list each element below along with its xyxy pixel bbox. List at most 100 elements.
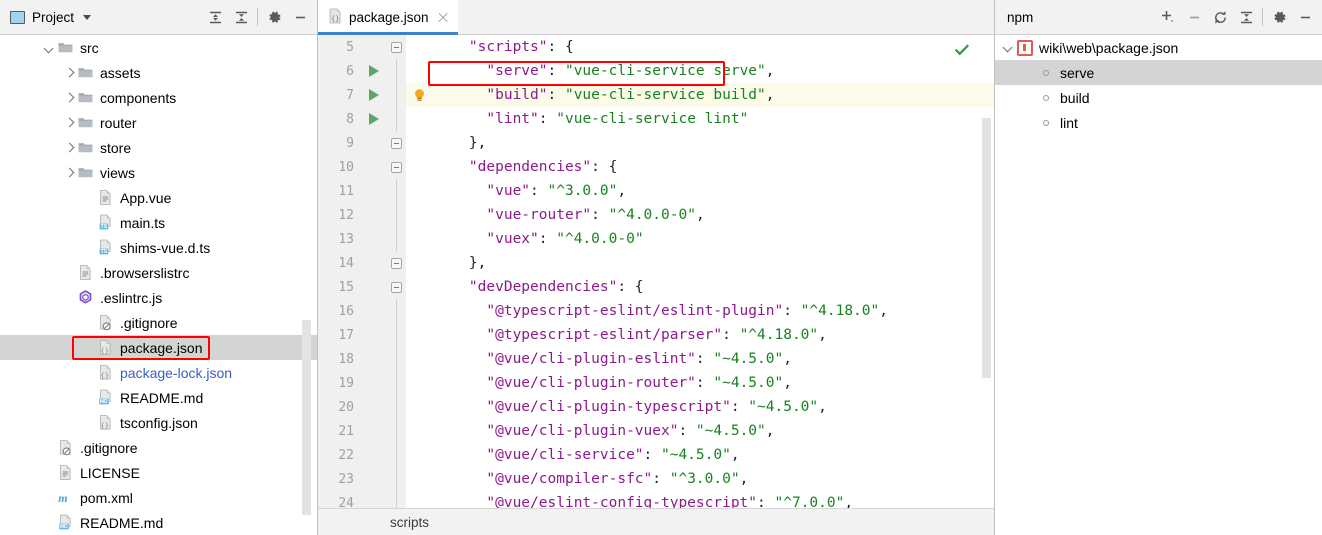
tree-item-main-ts[interactable]: TS main.ts bbox=[0, 210, 317, 235]
npm-script-bullet-icon bbox=[1039, 69, 1053, 76]
tree-item-readme-md[interactable]: MD README.md bbox=[0, 510, 317, 535]
folder-icon bbox=[77, 64, 95, 82]
run-script-icon[interactable] bbox=[362, 59, 386, 83]
add-icon[interactable] bbox=[1155, 4, 1181, 30]
code-text: "@vue/eslint-config-typescript": "^7.0.0… bbox=[486, 495, 854, 508]
code-line[interactable]: 7 "build": "vue-cli-service build", bbox=[318, 83, 994, 107]
svg-text:m: m bbox=[58, 491, 67, 505]
folder-icon bbox=[77, 139, 95, 157]
tree-item-src[interactable]: src bbox=[0, 35, 317, 60]
code-line[interactable]: 9 }, bbox=[318, 131, 994, 155]
code-line[interactable]: 22 "@vue/cli-service": "~4.5.0", bbox=[318, 443, 994, 467]
tree-item-shims-vue-d-ts[interactable]: TS shims-vue.d.ts bbox=[0, 235, 317, 260]
npm-script-build[interactable]: build bbox=[995, 85, 1322, 110]
editor-scrollbar[interactable] bbox=[982, 118, 991, 378]
tree-item-app-vue[interactable]: App.vue bbox=[0, 185, 317, 210]
code-line[interactable]: 23 "@vue/compiler-sfc": "^3.0.0", bbox=[318, 467, 994, 491]
chevron-right-icon[interactable] bbox=[62, 140, 77, 155]
npm-script-lint[interactable]: lint bbox=[995, 110, 1322, 135]
code-line[interactable]: 17 "@typescript-eslint/parser": "^4.18.0… bbox=[318, 323, 994, 347]
gear-icon[interactable] bbox=[261, 4, 287, 30]
chevron-right-icon[interactable] bbox=[62, 165, 77, 180]
chevron-right-icon[interactable] bbox=[62, 115, 77, 130]
chevron-down-icon[interactable] bbox=[83, 14, 92, 20]
npm-root-package-json[interactable]: wiki\web\package.json bbox=[995, 35, 1322, 60]
collapse-all-icon[interactable] bbox=[228, 4, 254, 30]
code-line[interactable]: 12 "vue-router": "^4.0.0-0", bbox=[318, 203, 994, 227]
npm-script-label: serve bbox=[1060, 64, 1095, 81]
code-line[interactable]: 15 "devDependencies": { bbox=[318, 275, 994, 299]
chevron-right-icon[interactable] bbox=[62, 65, 77, 80]
minimize-icon[interactable] bbox=[1292, 4, 1318, 30]
refresh-icon[interactable] bbox=[1207, 4, 1233, 30]
bulb-spacer bbox=[406, 347, 432, 371]
tree-item-license[interactable]: LICENSE bbox=[0, 460, 317, 485]
code-line[interactable]: 24 "@vue/eslint-config-typescript": "^7.… bbox=[318, 491, 994, 508]
code-text: }, bbox=[434, 255, 487, 271]
chevron-down-icon[interactable] bbox=[42, 40, 57, 55]
code-line[interactable]: 10 "dependencies": { bbox=[318, 155, 994, 179]
tree-item-package-lock-json[interactable]: {} package-lock.json bbox=[0, 360, 317, 385]
tree-item-pom-xml[interactable]: m pom.xml bbox=[0, 485, 317, 510]
code-editor[interactable]: 5 "scripts": {6 "serve": "vue-cli-servic… bbox=[318, 35, 994, 508]
code-line[interactable]: 19 "@vue/cli-plugin-router": "~4.5.0", bbox=[318, 371, 994, 395]
chevron-down-icon[interactable] bbox=[1001, 40, 1017, 56]
code-line[interactable]: 21 "@vue/cli-plugin-vuex": "~4.5.0", bbox=[318, 419, 994, 443]
tree-item-eslintrc-js[interactable]: .eslintrc.js bbox=[0, 285, 317, 310]
npm-script-serve[interactable]: serve bbox=[995, 60, 1322, 85]
code-text: "devDependencies": { bbox=[468, 279, 644, 295]
tree-item-tsconfig-json[interactable]: {} tsconfig.json bbox=[0, 410, 317, 435]
tree-item-store[interactable]: store bbox=[0, 135, 317, 160]
line-number: 10 bbox=[318, 155, 362, 179]
tree-item-label: App.vue bbox=[120, 189, 172, 206]
code-line[interactable]: 8 "lint": "vue-cli-service lint" bbox=[318, 107, 994, 131]
run-script-icon[interactable] bbox=[362, 107, 386, 131]
breadcrumb[interactable]: scripts bbox=[318, 508, 994, 535]
gear-icon[interactable] bbox=[1266, 4, 1292, 30]
chevron-right-icon[interactable] bbox=[62, 90, 77, 105]
npm-scripts-tree[interactable]: wiki\web\package.json serve build lint bbox=[995, 35, 1322, 135]
svg-text:{}: {} bbox=[331, 15, 339, 23]
minimize-icon[interactable] bbox=[287, 4, 313, 30]
code-line[interactable]: 13 "vuex": "^4.0.0-0" bbox=[318, 227, 994, 251]
remove-icon[interactable] bbox=[1181, 4, 1207, 30]
tree-item-views[interactable]: views bbox=[0, 160, 317, 185]
tree-item-assets[interactable]: assets bbox=[0, 60, 317, 85]
inspection-status-ok-icon[interactable] bbox=[954, 42, 970, 58]
close-icon[interactable] bbox=[436, 11, 450, 25]
project-title-group[interactable]: Project bbox=[10, 10, 92, 25]
code-line[interactable]: 5 "scripts": { bbox=[318, 35, 994, 59]
code-line[interactable]: 14 }, bbox=[318, 251, 994, 275]
tree-item-label: pom.xml bbox=[80, 489, 133, 506]
tree-item-router[interactable]: router bbox=[0, 110, 317, 135]
code-fold-icon[interactable] bbox=[386, 275, 406, 299]
tree-item-readme-md[interactable]: MD README.md bbox=[0, 385, 317, 410]
run-script-icon[interactable] bbox=[362, 83, 386, 107]
code-fold-icon[interactable] bbox=[386, 251, 406, 275]
tree-item-components[interactable]: components bbox=[0, 85, 317, 110]
project-file-tree[interactable]: src assets components router store views App.v… bbox=[0, 35, 317, 535]
editor-tab-package-json[interactable]: {} package.json bbox=[318, 0, 458, 35]
code-line[interactable]: 11 "vue": "^3.0.0", bbox=[318, 179, 994, 203]
gutter-spacer bbox=[362, 443, 386, 467]
code-line[interactable]: 18 "@vue/cli-plugin-eslint": "~4.5.0", bbox=[318, 347, 994, 371]
npm-script-label: build bbox=[1060, 89, 1090, 106]
tree-item-gitignore[interactable]: .gitignore bbox=[0, 435, 317, 460]
expand-all-icon[interactable] bbox=[202, 4, 228, 30]
tree-item-label: package-lock.json bbox=[120, 364, 233, 381]
code-fold-icon[interactable] bbox=[386, 131, 406, 155]
bulb-spacer bbox=[406, 371, 432, 395]
code-line[interactable]: 20 "@vue/cli-plugin-typescript": "~4.5.0… bbox=[318, 395, 994, 419]
code-line[interactable]: 6 "serve": "vue-cli-service serve", bbox=[318, 59, 994, 83]
code-fold-icon[interactable] bbox=[386, 35, 406, 59]
collapse-all-icon[interactable] bbox=[1233, 4, 1259, 30]
intention-bulb-icon[interactable] bbox=[406, 83, 432, 107]
project-tree-scrollbar[interactable] bbox=[302, 320, 311, 515]
code-fold-icon[interactable] bbox=[386, 155, 406, 179]
code-line[interactable]: 16 "@typescript-eslint/eslint-plugin": "… bbox=[318, 299, 994, 323]
tree-item-gitignore[interactable]: .gitignore bbox=[0, 310, 317, 335]
code-fold-line bbox=[386, 179, 406, 203]
tree-item-package-json[interactable]: {} package.json bbox=[0, 335, 317, 360]
tree-item-browserslistrc[interactable]: .browserslistrc bbox=[0, 260, 317, 285]
